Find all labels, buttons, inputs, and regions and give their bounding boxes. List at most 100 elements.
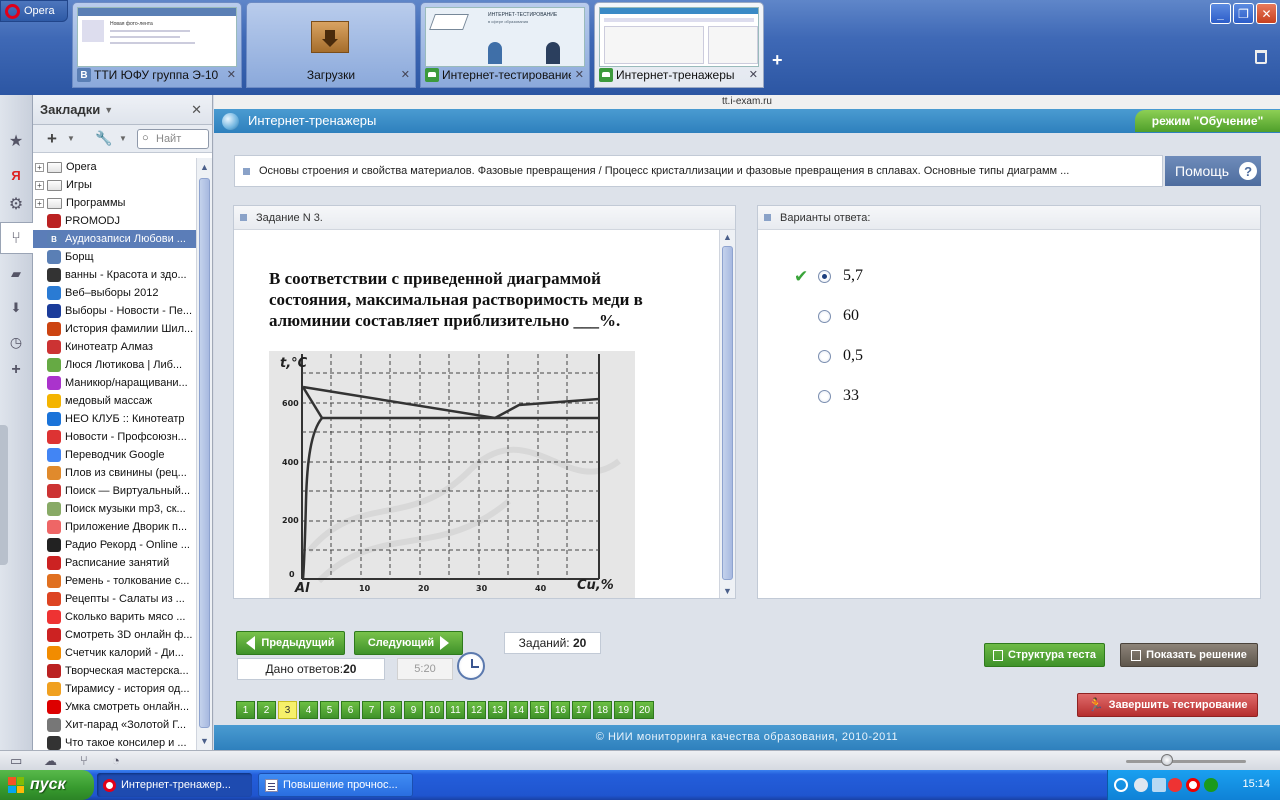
chevron-down-icon[interactable]: ▼ <box>119 134 127 143</box>
tray-antivirus-icon[interactable] <box>1168 778 1182 792</box>
scroll-down-icon[interactable]: ▼ <box>200 736 209 746</box>
tab-internet-testing[interactable]: ИНТЕРНЕТ-ТЕСТИРОВАНИЕ в сфере образовани… <box>420 2 590 88</box>
trash-icon[interactable] <box>1255 50 1267 64</box>
bookmark-item[interactable]: Люся Лютикова | Либ... <box>33 356 196 374</box>
page-button[interactable]: 14 <box>509 701 528 719</box>
page-button[interactable]: 3 <box>278 701 297 719</box>
page-button[interactable]: 12 <box>467 701 486 719</box>
page-button[interactable]: 10 <box>425 701 444 719</box>
page-button[interactable]: 18 <box>593 701 612 719</box>
bookmark-item[interactable]: Смотреть 3D онлайн ф... <box>33 626 196 644</box>
tray-signal-icon[interactable] <box>1152 778 1166 792</box>
tab-tti[interactable]: Новая фото-лента В ТТИ ЮФУ группа Э-10 ✕ <box>72 2 242 88</box>
bookmark-item[interactable]: Новости - Профсоюзн... <box>33 428 196 446</box>
history-clock-icon[interactable]: ◷ <box>7 333 25 351</box>
bookmark-item[interactable]: Расписание занятий <box>33 554 196 572</box>
address-url[interactable]: tt.i-exam.ru <box>214 95 1280 109</box>
bookmark-item[interactable]: Творческая мастерска... <box>33 662 196 680</box>
bookmark-item[interactable]: медовый массаж <box>33 392 196 410</box>
bookmark-item[interactable]: История фамилии Шил... <box>33 320 196 338</box>
start-button[interactable]: пуск <box>0 770 94 800</box>
bookmark-item[interactable]: Переводчик Google <box>33 446 196 464</box>
finish-test-button[interactable]: 🏃 Завершить тестирование <box>1077 693 1258 717</box>
bookmark-item[interactable]: PROMODJ <box>33 212 196 230</box>
tab-downloads[interactable]: Загрузки ✕ <box>246 2 416 88</box>
bookmark-item[interactable]: Плов из свинины (рец... <box>33 464 196 482</box>
gear-icon[interactable]: ⚙ <box>7 196 25 214</box>
answer-radio[interactable] <box>818 309 831 323</box>
page-button[interactable]: 11 <box>446 701 465 719</box>
share-icon[interactable]: ⑂ <box>7 230 25 248</box>
tab-close-icon[interactable]: ✕ <box>575 68 584 81</box>
window-close-button[interactable]: ✕ <box>1256 3 1277 24</box>
bookmark-item[interactable]: Сколько варить мясо ... <box>33 608 196 626</box>
cloud-icon[interactable]: ☁ <box>44 753 57 769</box>
minimize-button[interactable]: _ <box>1210 3 1231 24</box>
expand-icon[interactable]: + <box>35 162 44 172</box>
bookmark-item[interactable]: Что такое консилер и ... <box>33 734 196 750</box>
expand-icon[interactable]: + <box>35 180 44 190</box>
bookmark-item[interactable]: Маникюр/наращивани... <box>33 374 196 392</box>
bookmark-item[interactable]: Приложение Дворик п... <box>33 518 196 536</box>
panel-grip-handle[interactable] <box>0 425 8 565</box>
answer-option[interactable]: 33 <box>818 386 859 406</box>
notes-icon[interactable]: ▰ <box>7 265 25 283</box>
wrench-icon[interactable]: 🔧 <box>95 130 112 147</box>
page-button[interactable]: 17 <box>572 701 591 719</box>
tray-app-icon[interactable] <box>1204 778 1218 792</box>
show-solution-button[interactable]: Показать решение <box>1120 643 1258 667</box>
bookmark-item[interactable]: Кинотеатр Алмаз <box>33 338 196 356</box>
bookmarks-star-icon[interactable]: ★ <box>7 133 25 151</box>
bookmark-item[interactable]: B Аудиозаписи Любови ... <box>33 230 196 248</box>
opera-menu-button[interactable]: Opera <box>0 0 68 22</box>
page-button[interactable]: 19 <box>614 701 633 719</box>
bookmark-item[interactable]: Рецепты - Салаты из ... <box>33 590 196 608</box>
bookmark-item[interactable]: Умка смотреть онлайн... <box>33 698 196 716</box>
scroll-down-icon[interactable]: ▼ <box>723 586 732 596</box>
bookmark-item[interactable]: Счетчик калорий - Ди... <box>33 644 196 662</box>
tray-opera-icon[interactable] <box>1186 778 1200 792</box>
speed-dial-icon[interactable]: ◔ <box>112 753 120 768</box>
tray-expand-icon[interactable] <box>1114 778 1128 792</box>
scroll-thumb[interactable] <box>722 246 733 580</box>
expand-icon[interactable]: + <box>35 198 44 208</box>
bookmark-item[interactable]: Хит-парад «Золотой Г... <box>33 716 196 734</box>
task-scrollbar[interactable]: ▲ ▼ <box>719 230 735 598</box>
next-button[interactable]: Следующий <box>354 631 463 655</box>
panel-toggle-icon[interactable]: ▭ <box>10 753 22 769</box>
close-icon[interactable]: ✕ <box>191 102 202 118</box>
test-structure-button[interactable]: Структура теста <box>984 643 1105 667</box>
chevron-down-icon[interactable]: ▼ <box>67 134 75 143</box>
zoom-slider-track[interactable] <box>1126 760 1246 763</box>
bookmark-folder[interactable]: + Opera <box>33 158 196 176</box>
tab-close-icon[interactable]: ✕ <box>749 68 758 81</box>
downloads-icon[interactable]: ⬇ <box>7 299 25 317</box>
page-button[interactable]: 20 <box>635 701 654 719</box>
chevron-down-icon[interactable]: ▼ <box>104 105 113 115</box>
answer-radio[interactable] <box>818 389 831 403</box>
bookmark-item[interactable]: Поиск музыки mp3, ск... <box>33 500 196 518</box>
page-button[interactable]: 4 <box>299 701 318 719</box>
scroll-up-icon[interactable]: ▲ <box>200 162 209 172</box>
bookmark-item[interactable]: Веб–выборы 2012 <box>33 284 196 302</box>
page-button[interactable]: 16 <box>551 701 570 719</box>
bookmark-item[interactable]: Ремень - толкование с... <box>33 572 196 590</box>
bookmark-folder[interactable]: + Программы <box>33 194 196 212</box>
taskbar-item-opera[interactable]: Интернет-тренажер... <box>97 773 252 797</box>
answer-option[interactable]: 0,5 <box>818 346 863 366</box>
taskbar-item-document[interactable]: Повышение прочнос... <box>258 773 413 797</box>
scroll-thumb[interactable] <box>199 178 210 728</box>
page-button[interactable]: 5 <box>320 701 339 719</box>
tab-close-icon[interactable]: ✕ <box>227 68 236 81</box>
bookmark-item[interactable]: Выборы - Новости - Пе... <box>33 302 196 320</box>
yandex-icon[interactable]: Я <box>7 167 25 185</box>
bookmark-item[interactable]: Тирамису - история од... <box>33 680 196 698</box>
answer-radio[interactable] <box>818 269 831 283</box>
bookmark-item[interactable]: НЕО КЛУБ :: Кинотеатр <box>33 410 196 428</box>
answer-radio[interactable] <box>818 349 831 363</box>
bookmarks-scrollbar[interactable]: ▲ ▼ <box>196 158 212 750</box>
page-button[interactable]: 9 <box>404 701 423 719</box>
previous-button[interactable]: Предыдущий <box>236 631 345 655</box>
help-button[interactable]: Помощь ? <box>1165 156 1261 186</box>
bookmark-item[interactable]: ванны - Красота и здо... <box>33 266 196 284</box>
